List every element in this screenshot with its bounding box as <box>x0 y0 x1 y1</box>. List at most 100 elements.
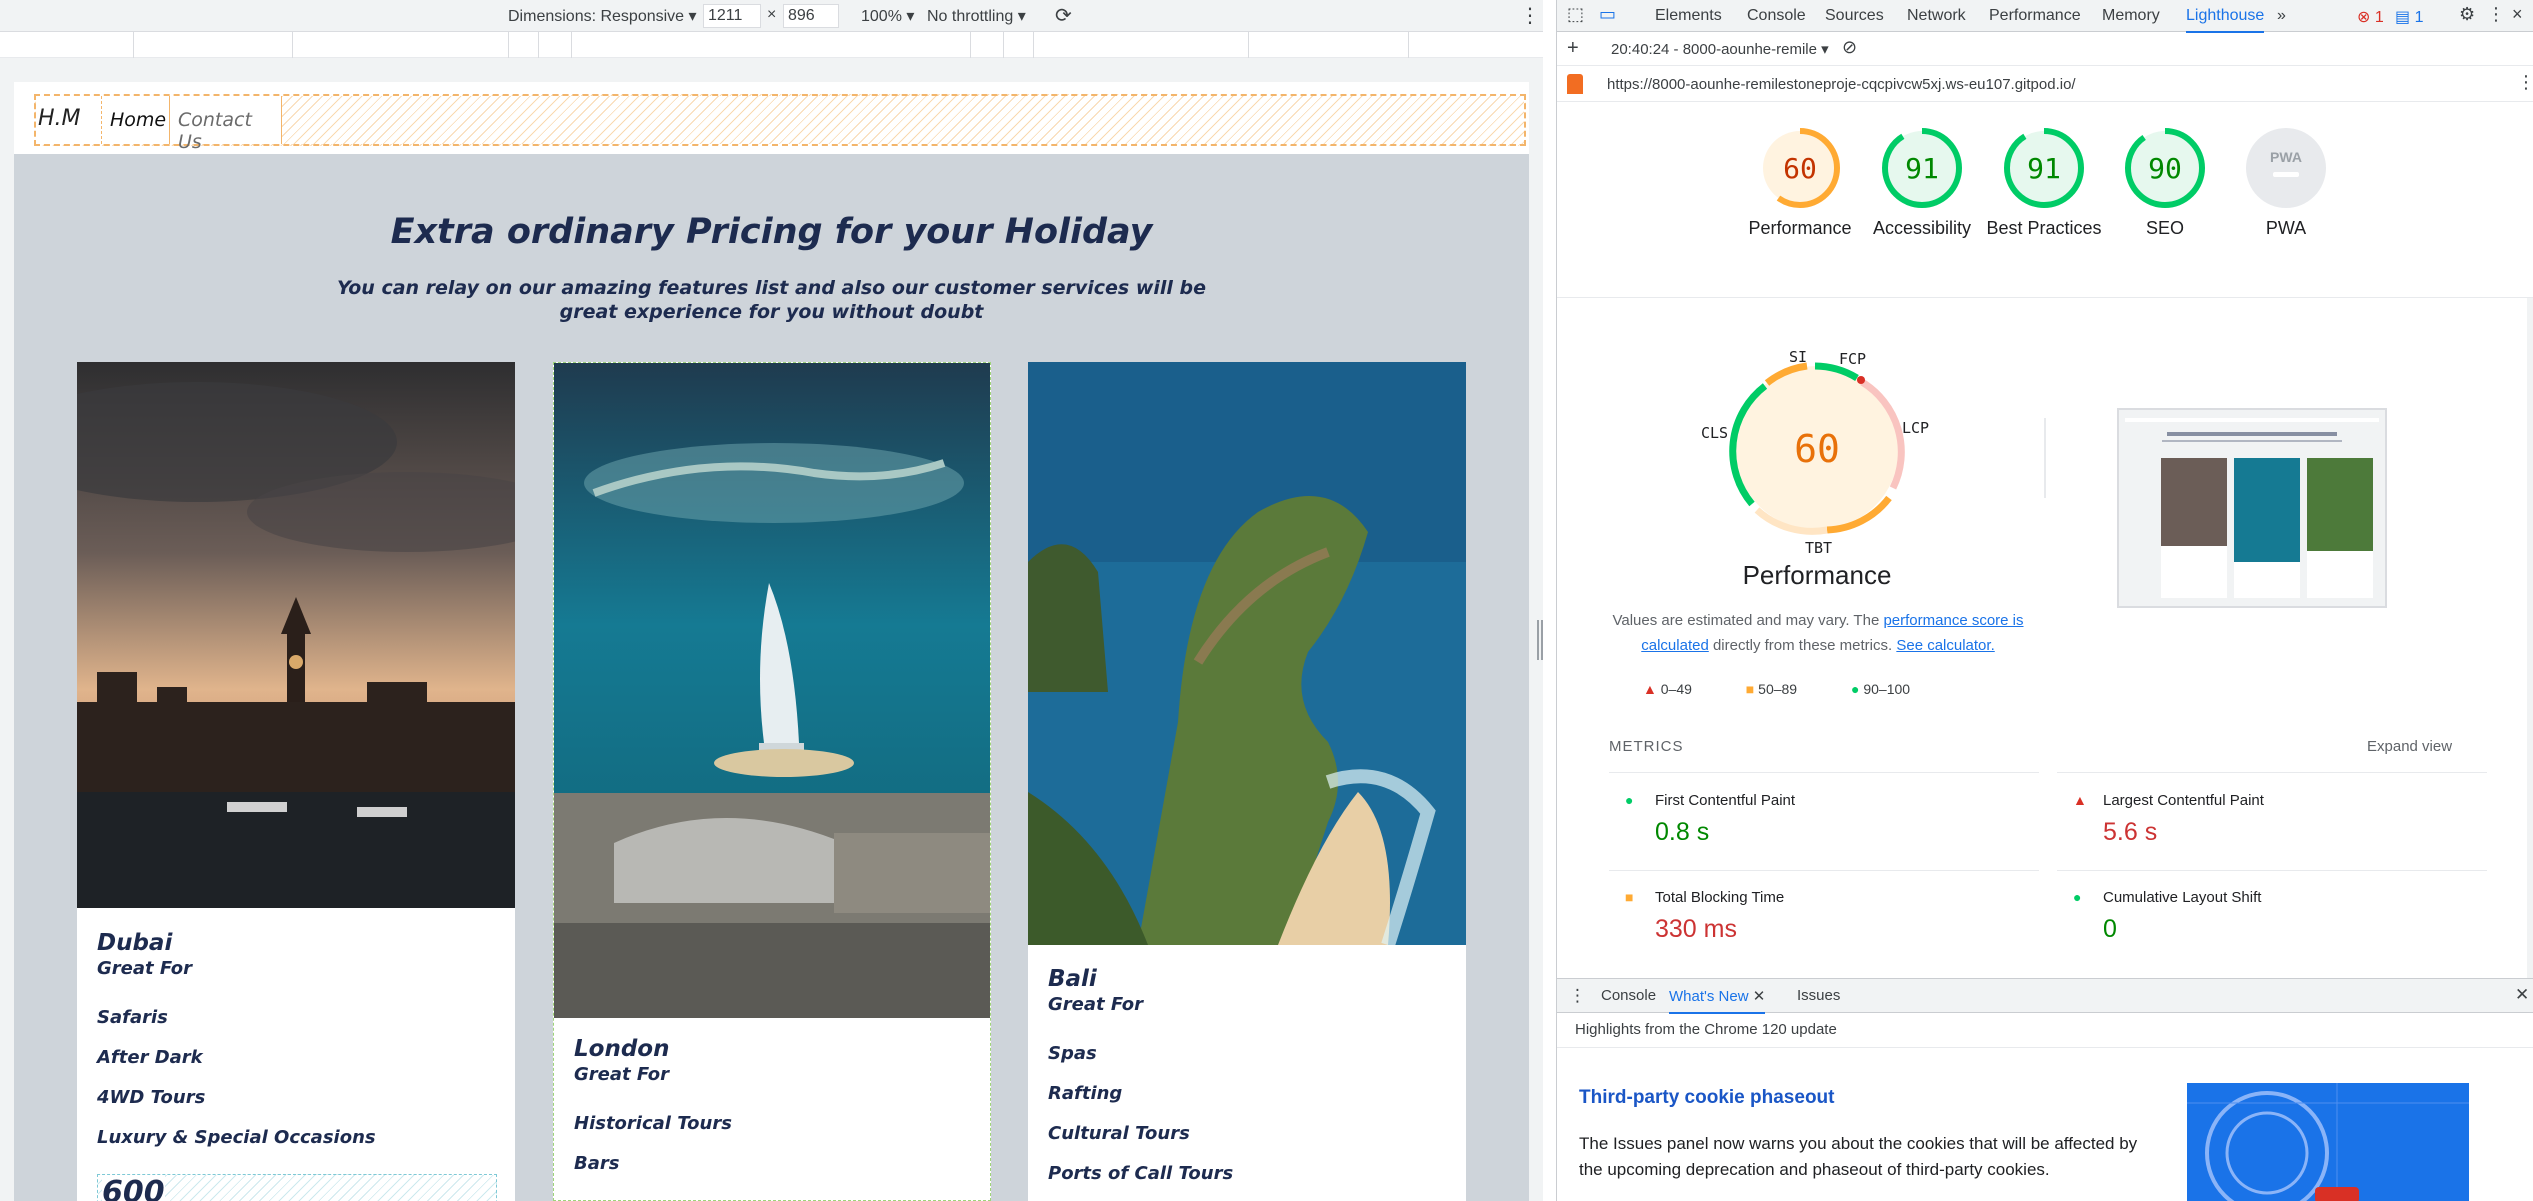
fail-icon: ▲ <box>2073 792 2087 808</box>
gauge-label-si: SI <box>1789 348 1807 366</box>
resize-handle[interactable] <box>1537 620 1543 660</box>
close-icon[interactable]: × <box>2512 4 2523 25</box>
divider <box>2057 870 2487 871</box>
pass-icon: ● <box>2073 889 2082 905</box>
more-options-icon[interactable]: ⋮ <box>2487 4 2505 25</box>
gauge-accessibility[interactable]: 91 Accessibility <box>1862 128 1982 240</box>
times-sign: × <box>767 6 777 23</box>
tab-network[interactable]: Network <box>1907 7 1966 25</box>
expand-view-button[interactable]: Expand view <box>2367 738 2452 755</box>
drawer-menu-icon[interactable]: ⋮ <box>1569 986 1586 1006</box>
close-drawer-icon[interactable]: ✕ <box>2515 985 2529 1005</box>
perf-note: Values are estimated and may vary. The p… <box>1612 608 2024 658</box>
message-badge[interactable]: ▤ 1 <box>2395 7 2423 27</box>
card-london-item: Bars <box>574 1153 620 1174</box>
page-screenshot-thumbnail[interactable] <box>2117 408 2387 608</box>
gauge-best-practices[interactable]: 91 Best Practices <box>1984 128 2104 240</box>
metrics-header: METRICS <box>1609 738 1684 755</box>
gauge-accessibility-label: Accessibility <box>1872 218 1972 238</box>
drawer-tab-issues[interactable]: Issues <box>1797 987 1840 1004</box>
lighthouse-icon <box>1567 74 1583 94</box>
legend-average: 50–89 <box>1758 681 1798 697</box>
more-tabs-icon[interactable]: » <box>2277 7 2286 25</box>
card-bali-item: Spas <box>1048 1043 1097 1064</box>
tab-sources[interactable]: Sources <box>1825 7 1884 25</box>
card-dubai: Dubai Great For Safaris After Dark 4WD T… <box>77 362 515 1201</box>
gauge-performance[interactable]: 60 Performance <box>1740 128 1860 240</box>
settings-icon[interactable]: ⚙ <box>2459 4 2475 25</box>
gauge-seo[interactable]: 90 SEO <box>2105 128 2225 240</box>
dubai-image <box>77 362 515 908</box>
scrollbar[interactable] <box>2527 298 2533 978</box>
drawer-heading[interactable]: Third-party cookie phaseout <box>1579 1087 1834 1109</box>
gauge-accessibility-ring: 91 <box>1882 128 1962 208</box>
gauge-label-fcp: FCP <box>1839 350 1866 368</box>
price-value: 600 <box>102 1175 165 1201</box>
calculator-link[interactable]: See calculator. <box>1896 637 1994 654</box>
page-title: Extra ordinary Pricing for your Holiday <box>390 212 1153 252</box>
width-input[interactable]: 1211 <box>703 4 761 28</box>
card-dubai-item: Safaris <box>97 1007 168 1028</box>
throttling-dropdown[interactable]: No throttling ▾ <box>927 6 1026 26</box>
gauge-label-lcp: LCP <box>1902 419 1929 437</box>
divider <box>1557 1047 2533 1048</box>
card-bali-great-for: Great For <box>1048 994 1144 1015</box>
dimensions-label: Dimensions: Responsive <box>508 8 685 25</box>
height-input[interactable]: 896 <box>783 4 839 28</box>
card-bali-item: Rafting <box>1048 1083 1123 1104</box>
divider <box>1609 772 2039 773</box>
report-time: 20:40:24 - 8000-aounhe-remile <box>1611 41 1817 58</box>
gauge-pwa[interactable]: PWA PWA <box>2226 128 2346 240</box>
error-badge[interactable]: ⊗ 1 <box>2357 7 2384 27</box>
metric-value: 0.8 s <box>1655 818 1710 846</box>
tab-console[interactable]: Console <box>1747 7 1806 25</box>
performance-metric-gauge: 60 SI FCP LCP TBT CLS <box>1701 348 1929 557</box>
video-thumbnail[interactable] <box>2187 1083 2469 1201</box>
inspect-element-icon[interactable]: ⬚ <box>1567 4 1584 25</box>
close-icon[interactable]: ✕ <box>1753 988 1766 1005</box>
gauge-accessibility-value: 91 <box>1905 152 1939 185</box>
gauge-best-practices-label: Best Practices <box>1986 218 2102 238</box>
pass-icon: ● <box>1625 792 1634 808</box>
nav-home-link[interactable]: Home <box>102 96 170 144</box>
device-toggle-icon[interactable]: ▭ <box>1599 4 1616 25</box>
url-bar: https://8000-aounhe-remilestoneproje-cqc… <box>1557 66 2533 102</box>
pwa-icon: PWA <box>2246 128 2326 208</box>
legend-fail: 0–49 <box>1660 681 1692 697</box>
report-menu-icon[interactable]: ⋮ <box>2517 72 2533 93</box>
card-bali: Bali Great For Spas Rafting Cultural Tou… <box>1028 362 1466 1201</box>
pwa-icon-text: PWA <box>2270 149 2302 165</box>
audited-url[interactable]: https://8000-aounhe-remilestoneproje-cqc… <box>1607 76 2076 93</box>
legend-pass: 90–100 <box>1863 681 1911 697</box>
tab-lighthouse[interactable]: Lighthouse <box>2186 7 2265 33</box>
tab-memory[interactable]: Memory <box>2102 7 2160 25</box>
rotate-icon[interactable]: ⟳ <box>1055 3 1072 28</box>
dimensions-dropdown[interactable]: Dimensions: Responsive ▾ <box>508 6 697 26</box>
tab-elements[interactable]: Elements <box>1655 7 1722 25</box>
more-options-icon[interactable]: ⋮ <box>1520 3 1540 28</box>
metric-title: First Contentful Paint <box>1655 792 1796 809</box>
gauge-seo-value: 90 <box>2148 152 2182 185</box>
pass-icon: ● <box>1850 681 1860 697</box>
add-report-icon[interactable]: + <box>1567 37 1579 60</box>
score-gauges: 60 Performance 91 Accessibility 91 Best … <box>1557 102 2533 298</box>
score-legend: ▲ 0–49 ■ 50–89 ● 90–100 <box>1643 681 1910 697</box>
drawer-tab-whats-new[interactable]: What's New ✕ <box>1669 987 1766 1014</box>
report-selector-bar: + 20:40:24 - 8000-aounhe-remile ▾ ⊘ <box>1557 32 2533 66</box>
card-dubai-item: After Dark <box>97 1047 203 1068</box>
drawer-tabbar: ⋮ Console What's New ✕ Issues ✕ <box>1557 979 2533 1014</box>
gauge-best-practices-ring: 91 <box>2004 128 2084 208</box>
drawer-highlight: Highlights from the Chrome 120 update <box>1575 1021 1837 1038</box>
drawer-tab-console[interactable]: Console <box>1601 987 1656 1004</box>
zoom-dropdown[interactable]: 100% ▾ <box>861 6 914 26</box>
divider <box>2044 418 2046 498</box>
metric-title: Total Blocking Time <box>1655 889 1785 906</box>
nav-contact-link[interactable]: Contact Us <box>170 96 282 153</box>
brand-logo[interactable]: H.M <box>36 96 102 144</box>
perf-gauge-score: 60 <box>1794 427 1840 471</box>
tab-performance[interactable]: Performance <box>1989 7 2081 25</box>
gauge-seo-ring: 90 <box>2125 128 2205 208</box>
clear-icon[interactable]: ⊘ <box>1842 37 1857 58</box>
media-query-ruler <box>0 32 1543 58</box>
report-dropdown[interactable]: 20:40:24 - 8000-aounhe-remile ▾ <box>1611 40 1829 58</box>
